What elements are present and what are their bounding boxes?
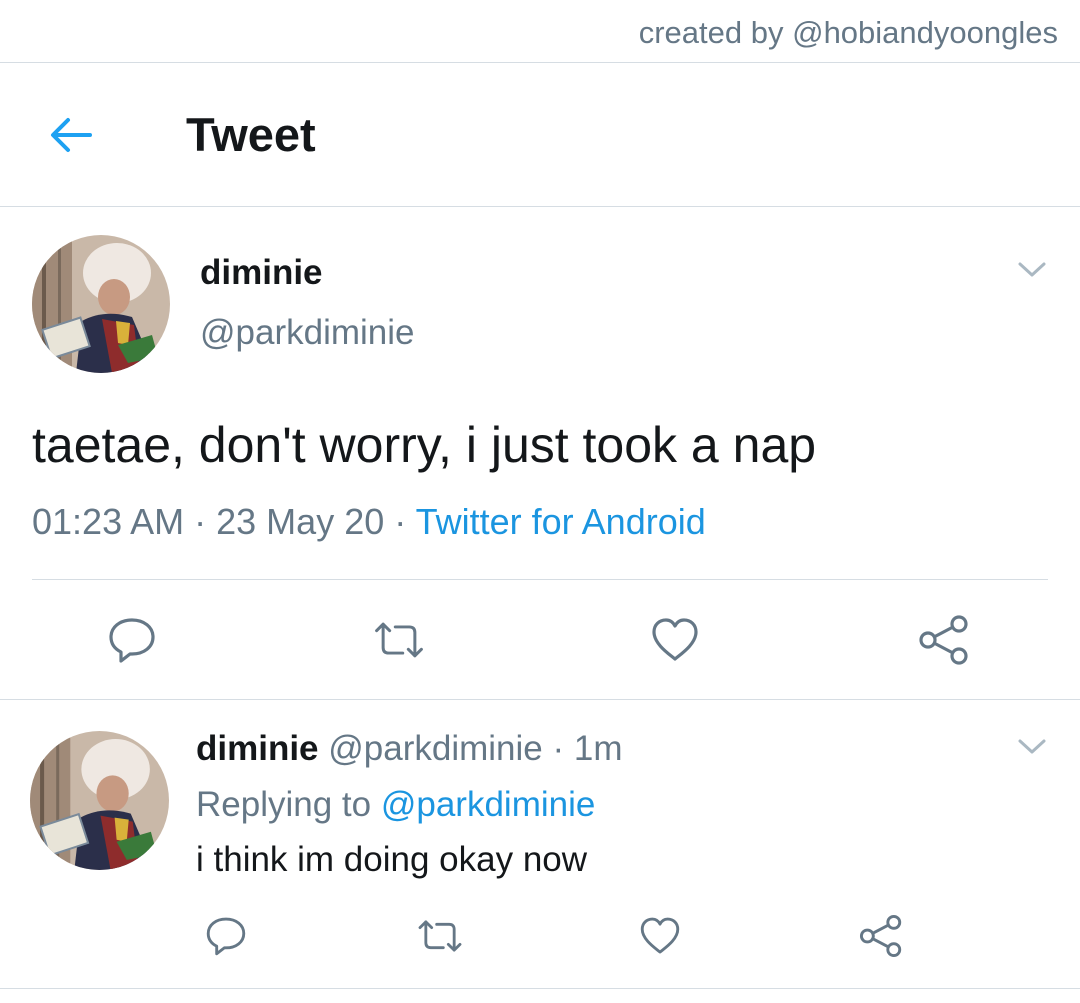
tweet-source-link[interactable]: Twitter for Android [416,501,706,542]
chevron-down-icon [1018,262,1046,277]
author-name[interactable]: diminie [196,729,319,768]
tweet-options-button[interactable] [1012,732,1052,762]
avatar-image [30,731,169,870]
meta-separator: · [194,501,207,542]
heart-icon [652,618,698,661]
arrow-left-icon [51,118,92,152]
back-button[interactable] [42,107,98,163]
divider [32,579,1048,580]
tweet-meta: 01:23 AM · 23 May 20 · Twitter for Andro… [32,501,706,543]
like-button[interactable] [647,612,703,668]
reply-tweet[interactable]: diminie @parkdiminie · 1m Replying to @p… [0,700,1080,989]
tweet-date: 23 May 20 [216,501,385,542]
tweet-time: 01:23 AM [32,501,185,542]
replying-prefix: Replying to [196,785,372,824]
share-button[interactable] [853,908,909,964]
retweet-button[interactable] [371,612,427,668]
share-icon [919,615,968,665]
comment-icon [109,618,155,663]
replying-to: Replying to @parkdiminie [196,784,595,826]
retweet-icon [375,622,423,658]
tweet-page: created by @hobiandyoongles Tweet dimini… [0,0,1080,1003]
heart-icon [640,917,680,954]
meta-separator: · [552,729,565,768]
share-icon [859,914,902,958]
like-button[interactable] [632,908,688,964]
retweet-button[interactable] [412,908,468,964]
tweet-options-button[interactable] [1012,255,1052,285]
tweet-text: i think im doing okay now [196,840,588,879]
reply-header: diminie @parkdiminie · 1m [196,728,623,770]
author-name[interactable]: diminie [200,253,323,293]
meta-separator: · [394,501,407,542]
avatar[interactable] [32,235,170,373]
tweet-text: taetae, don't worry, i just took a nap [32,417,817,473]
app-header: Tweet [0,63,1080,207]
author-handle[interactable]: @parkdiminie [328,729,543,768]
main-tweet: diminie @parkdiminie taetae, don't worry… [0,207,1080,700]
retweet-icon [418,920,462,952]
credit-bar: created by @hobiandyoongles [0,0,1080,63]
share-button[interactable] [916,612,972,668]
avatar[interactable] [30,731,169,870]
page-title: Tweet [186,108,316,161]
tweet-time-ago: 1m [573,729,623,768]
author-handle[interactable]: @parkdiminie [200,313,415,353]
comment-icon [206,917,246,956]
reply-button[interactable] [198,908,254,964]
chevron-down-icon [1018,739,1046,754]
avatar-image [32,235,170,373]
replying-to-mention[interactable]: @parkdiminie [381,785,596,824]
reply-button[interactable] [104,612,160,668]
credit-text: created by @hobiandyoongles [638,15,1058,50]
